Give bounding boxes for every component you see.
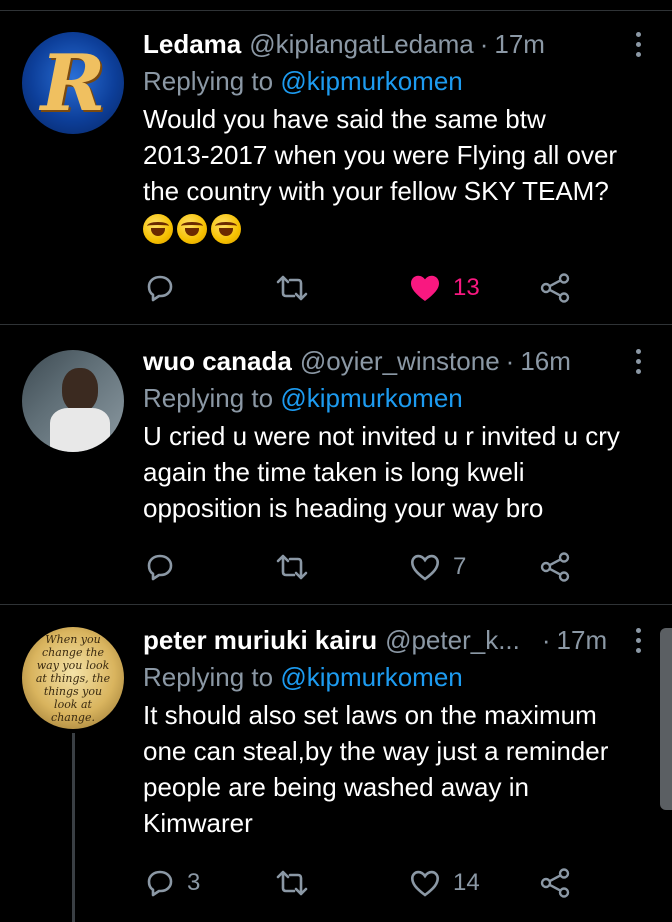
like-count: 7 bbox=[453, 553, 467, 580]
scrollbar[interactable] bbox=[660, 628, 672, 810]
like-count: 13 bbox=[453, 274, 480, 301]
share-button[interactable] bbox=[539, 268, 571, 308]
tweet-text-line: people are being washed away in bbox=[143, 772, 529, 802]
user-handle[interactable]: @kiplangatLedama bbox=[249, 27, 473, 61]
tweet-text-line: again the time taken is long kweli bbox=[143, 457, 525, 487]
mention-link[interactable]: @kipmurkomen bbox=[280, 66, 462, 96]
avatar[interactable]: R bbox=[22, 32, 124, 134]
share-icon bbox=[540, 868, 570, 898]
profile-photo-shirt bbox=[50, 408, 110, 452]
tweet-text-line: one can steal,by the way just a reminder bbox=[143, 736, 609, 766]
tweet-text-line: opposition is heading your way bro bbox=[143, 493, 544, 523]
reply-button[interactable] bbox=[145, 547, 187, 587]
rolling-on-floor-laughing-icon bbox=[211, 214, 241, 244]
profile-photo-icon bbox=[62, 368, 98, 412]
tweet-text: U cried u were not invited u r invited u… bbox=[143, 418, 648, 526]
tweet-ledama[interactable]: R Ledama @kiplangatLedama · 17m Replying… bbox=[0, 0, 672, 325]
heart-filled-icon bbox=[411, 275, 439, 301]
replying-to: Replying to @kipmurkomen bbox=[143, 659, 648, 695]
like-button[interactable]: 13 bbox=[409, 268, 480, 308]
separator-dot: · bbox=[479, 29, 489, 59]
reply-count: 3 bbox=[187, 869, 201, 896]
share-icon bbox=[540, 552, 570, 582]
tweet-text-line: Kimwarer bbox=[143, 808, 253, 838]
tweet-header: wuo canada @oyier_winstone · 16m bbox=[143, 344, 648, 378]
rolling-on-floor-laughing-icon bbox=[177, 214, 207, 244]
mention-link[interactable]: @kipmurkomen bbox=[280, 662, 462, 692]
display-name[interactable]: peter muriuki kairu bbox=[143, 623, 377, 657]
tweet-text: Would you have said the same btw 2013-20… bbox=[143, 101, 648, 209]
share-button[interactable] bbox=[539, 863, 571, 903]
separator-dot: · bbox=[541, 625, 551, 655]
action-bar: 3 14 bbox=[143, 863, 583, 903]
thread-line bbox=[72, 733, 75, 922]
retweet-button[interactable] bbox=[275, 863, 321, 903]
more-options-icon[interactable] bbox=[628, 344, 648, 378]
letter-r-logo-icon: R bbox=[40, 37, 106, 129]
more-options-icon[interactable] bbox=[628, 623, 648, 657]
retweet-icon bbox=[276, 554, 308, 580]
tweet-text-line: Would you have said the same btw bbox=[143, 104, 546, 134]
reply-icon bbox=[147, 275, 173, 302]
emoji-row bbox=[143, 211, 648, 247]
rolling-on-floor-laughing-icon bbox=[143, 214, 173, 244]
avatar[interactable] bbox=[22, 350, 124, 452]
tweet-header: peter muriuki kairu @peter_k... · 17m bbox=[143, 623, 648, 657]
like-count: 14 bbox=[453, 869, 480, 896]
tweet-wuo-canada[interactable]: wuo canada @oyier_winstone · 16m Replyin… bbox=[0, 325, 672, 605]
replying-to: Replying to @kipmurkomen bbox=[143, 63, 648, 99]
display-name[interactable]: Ledama bbox=[143, 27, 241, 61]
timestamp[interactable]: 16m bbox=[520, 344, 571, 378]
heart-outline-icon bbox=[410, 554, 440, 581]
replying-to-label: Replying to bbox=[143, 383, 274, 413]
replying-to-label: Replying to bbox=[143, 66, 274, 96]
tweet-text-line: the country with your fellow SKY TEAM? bbox=[143, 176, 609, 206]
like-button[interactable]: 14 bbox=[409, 863, 480, 903]
share-button[interactable] bbox=[539, 547, 571, 587]
reply-icon bbox=[147, 554, 173, 581]
reply-feed: R Ledama @kiplangatLedama · 17m Replying… bbox=[0, 0, 672, 922]
timestamp[interactable]: 17m bbox=[494, 27, 545, 61]
replying-to-label: Replying to bbox=[143, 662, 274, 692]
replying-to: Replying to @kipmurkomen bbox=[143, 380, 648, 416]
mention-link[interactable]: @kipmurkomen bbox=[280, 383, 462, 413]
display-name[interactable]: wuo canada bbox=[143, 344, 292, 378]
tweet-header: Ledama @kiplangatLedama · 17m bbox=[143, 27, 648, 61]
more-options-icon[interactable] bbox=[628, 27, 648, 61]
tweet-peter-muriuki-kairu[interactable]: When you change the way you look at thin… bbox=[0, 605, 672, 922]
retweet-icon bbox=[276, 870, 308, 896]
heart-outline-icon bbox=[410, 870, 440, 897]
retweet-icon bbox=[276, 275, 308, 301]
quote-image-icon: When you change the way you look at thin… bbox=[35, 632, 111, 724]
action-bar: 7 bbox=[143, 547, 583, 587]
reply-button[interactable] bbox=[145, 268, 187, 308]
avatar[interactable]: When you change the way you look at thin… bbox=[22, 627, 124, 729]
tweet-text-line: 2013-2017 when you were Flying all over bbox=[143, 140, 618, 170]
user-handle[interactable]: @peter_k... bbox=[385, 623, 520, 657]
reply-icon bbox=[147, 870, 173, 897]
share-icon bbox=[540, 273, 570, 303]
tweet-text-line: It should also set laws on the maximum bbox=[143, 700, 597, 730]
tweet-text-line: U cried u were not invited u r invited u… bbox=[143, 421, 620, 451]
like-button[interactable]: 7 bbox=[409, 547, 466, 587]
retweet-button[interactable] bbox=[275, 547, 321, 587]
reply-button[interactable]: 3 bbox=[145, 863, 200, 903]
action-bar: 13 bbox=[143, 268, 583, 308]
tweet-text: It should also set laws on the maximum o… bbox=[143, 697, 648, 841]
timestamp[interactable]: 17m bbox=[557, 623, 608, 657]
user-handle[interactable]: @oyier_winstone bbox=[300, 344, 500, 378]
separator-dot: · bbox=[505, 346, 515, 376]
retweet-button[interactable] bbox=[275, 268, 321, 308]
